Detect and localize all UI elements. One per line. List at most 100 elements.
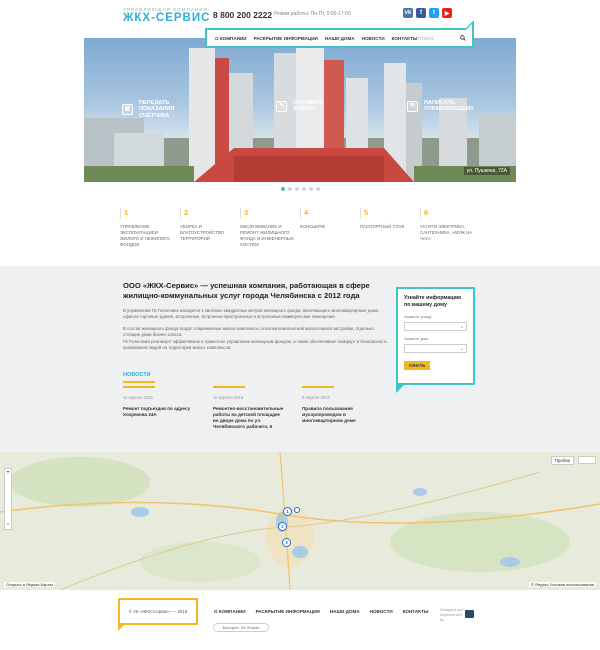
logo[interactable]: ЖКХ-СЕРВИС — [123, 12, 210, 24]
hero-action-label: Оставить заявку — [293, 100, 324, 113]
footer-nav-contacts[interactable]: Контакты — [403, 609, 429, 614]
developer-credit[interactable]: Designed and implemented by — [440, 608, 466, 623]
news-date: 11 апреля 2016 — [123, 394, 153, 400]
services-list: 1 Управление эксплуатацией жилого и нежи… — [120, 208, 490, 256]
footer-nav-about[interactable]: О компании — [214, 609, 246, 614]
nav-links: О компании Раскрытие информации Наши дом… — [207, 36, 417, 41]
map-attribution[interactable]: © Яндекс Условия использования — [528, 582, 596, 587]
news-item[interactable]: 11 апреля 2016 Ремонт подъездов по адрес… — [123, 386, 195, 418]
main-nav: О компании Раскрытие информации Наши дом… — [205, 20, 474, 48]
service-number: 3 — [240, 208, 296, 219]
traffic-button[interactable]: Пробки — [550, 456, 574, 465]
house-select[interactable]: ⌄ — [404, 343, 467, 353]
chevron-down-icon: ⌄ — [459, 323, 464, 330]
search-icon[interactable] — [460, 35, 466, 41]
footer-nav-houses[interactable]: Наши дома — [330, 609, 360, 614]
news-date: 10 апреля 2016 — [213, 394, 244, 400]
service-number: 6 — [420, 208, 476, 219]
nav-search[interactable]: Поиск — [418, 35, 466, 41]
footer-nav: О компании Раскрытие информации Наши дом… — [214, 609, 428, 614]
nav-item-contacts[interactable]: Контакты — [392, 36, 418, 41]
site-footer — [0, 590, 600, 650]
open-in-yandex-link[interactable]: Открыть в Яндекс.Картах — [4, 582, 56, 587]
nav-item-news[interactable]: Новости — [362, 36, 385, 41]
youtube-icon[interactable]: ▶ — [442, 8, 452, 18]
service-number: 4 — [300, 208, 356, 219]
service-label: Консьерж — [300, 224, 326, 229]
slider-dot[interactable] — [281, 187, 285, 191]
service-label: Паспортный стол — [360, 224, 405, 229]
service-item[interactable]: 4 Консьерж — [300, 208, 356, 230]
hero-slider[interactable]: ▤ Передать показания счётчика ✎ Оставить… — [84, 38, 516, 182]
news-heading[interactable]: Новости — [123, 372, 151, 378]
service-label: Обслуживание и ремонт жилищного фонда и … — [240, 224, 294, 247]
news-title[interactable]: Ремонтно-восстановительные работы на дет… — [213, 406, 285, 431]
service-number: 2 — [180, 208, 236, 219]
slider-dot[interactable] — [309, 187, 313, 191]
map-marker[interactable]: 2 — [278, 522, 287, 531]
news-heading-underline — [123, 381, 155, 383]
service-label: Управление эксплуатацией жилого и нежило… — [120, 224, 170, 247]
social-links: vk f t ▶ — [403, 8, 452, 18]
map-marker[interactable]: 1 — [283, 507, 292, 516]
footer-quick-button[interactable]: Быстрее: УК Лизинг — [213, 623, 269, 632]
phone-number[interactable]: 8 800 200 2222 — [213, 10, 272, 20]
zoom-in-icon[interactable]: + — [5, 469, 11, 477]
map-marker[interactable]: 3 — [282, 538, 291, 547]
slider-dot[interactable] — [288, 187, 292, 191]
request-icon: ✎ — [276, 100, 287, 112]
service-label: Уборка и благоустройство территорий — [180, 224, 224, 241]
find-out-button[interactable]: Узнать — [404, 360, 430, 370]
submit-meter-readings-button[interactable]: ▤ Передать показания счётчика — [122, 100, 205, 119]
about-paragraph: В состав жилищного фонда входят современ… — [123, 326, 374, 338]
news-divider — [213, 386, 245, 388]
nav-item-about[interactable]: О компании — [215, 36, 247, 41]
service-item[interactable]: 6 Услуги электрика, сантехника, «муж на … — [420, 208, 476, 242]
zoom-control[interactable]: + − — [4, 468, 12, 530]
message-icon: ✉ — [407, 100, 418, 112]
nav-item-houses[interactable]: Наши дома — [325, 36, 355, 41]
twitter-icon[interactable]: t — [429, 8, 439, 18]
hero-actions: ▤ Передать показания счётчика ✎ Оставить… — [84, 100, 516, 124]
hero-action-label: Передать показания счётчика — [139, 100, 175, 119]
map[interactable]: Пробки + − 1 2 3 Открыть в Яндекс.Картах… — [0, 452, 600, 590]
map-marker[interactable] — [294, 507, 300, 513]
hero-caption: ул. Пушкина, 72А — [463, 167, 510, 175]
slider-dot[interactable] — [302, 187, 306, 191]
service-item[interactable]: 5 Паспортный стол — [360, 208, 416, 230]
service-item[interactable]: 1 Управление эксплуатацией жилого и нежи… — [120, 208, 176, 248]
news-title[interactable]: Правила пользования мусоропроводом в мно… — [302, 406, 374, 425]
service-number: 1 — [120, 208, 176, 219]
house-label: Укажите дом: — [404, 335, 429, 341]
zoom-out-icon[interactable]: − — [5, 521, 11, 529]
slider-dot[interactable] — [295, 187, 299, 191]
facebook-icon[interactable]: f — [416, 8, 426, 18]
meter-icon: ▤ — [122, 104, 133, 116]
service-item[interactable]: 3 Обслуживание и ремонт жилищного фонда … — [240, 208, 296, 248]
vk-icon[interactable]: vk — [403, 8, 413, 18]
news-item[interactable]: 10 апреля 2016 Ремонтно-восстановительны… — [213, 386, 285, 430]
news-title[interactable]: Ремонт подъездов по адресу Хохрякова 24А — [123, 406, 195, 418]
street-select[interactable]: ⌄ — [404, 321, 467, 331]
about-title: ООО «ЖКХ-Сервис» — успешная компания, ра… — [123, 281, 370, 300]
service-number: 5 — [360, 208, 416, 219]
service-item[interactable]: 2 Уборка и благоустройство территорий — [180, 208, 236, 242]
footer-nav-disclosure[interactable]: Раскрытие информации — [256, 609, 320, 614]
slider-dots — [281, 187, 320, 191]
developer-logo[interactable] — [465, 610, 474, 618]
leave-request-button[interactable]: ✎ Оставить заявку — [276, 100, 333, 113]
news-item[interactable]: 9 апреля 2016 Правила пользования мусоро… — [302, 386, 374, 424]
form-title: Узнайте информацию по вашему дому — [404, 295, 462, 308]
search-input[interactable]: Поиск — [418, 36, 434, 41]
chevron-down-icon: ⌄ — [459, 345, 464, 352]
news-date: 9 апреля 2016 — [302, 394, 330, 400]
write-manager-button[interactable]: ✉ Написать управляющему — [407, 100, 484, 113]
map-background — [0, 452, 600, 590]
house-info-form: Узнайте информацию по вашему дому Укажит… — [396, 287, 475, 393]
nav-item-disclosure[interactable]: Раскрытие информации — [254, 36, 318, 41]
about-paragraph: В управлении ГК Голоплика находится 1 ми… — [123, 308, 380, 320]
slider-dot[interactable] — [316, 187, 320, 191]
footer-nav-news[interactable]: Новости — [370, 609, 393, 614]
map-layers-button[interactable] — [578, 456, 596, 464]
news-divider — [123, 386, 155, 388]
